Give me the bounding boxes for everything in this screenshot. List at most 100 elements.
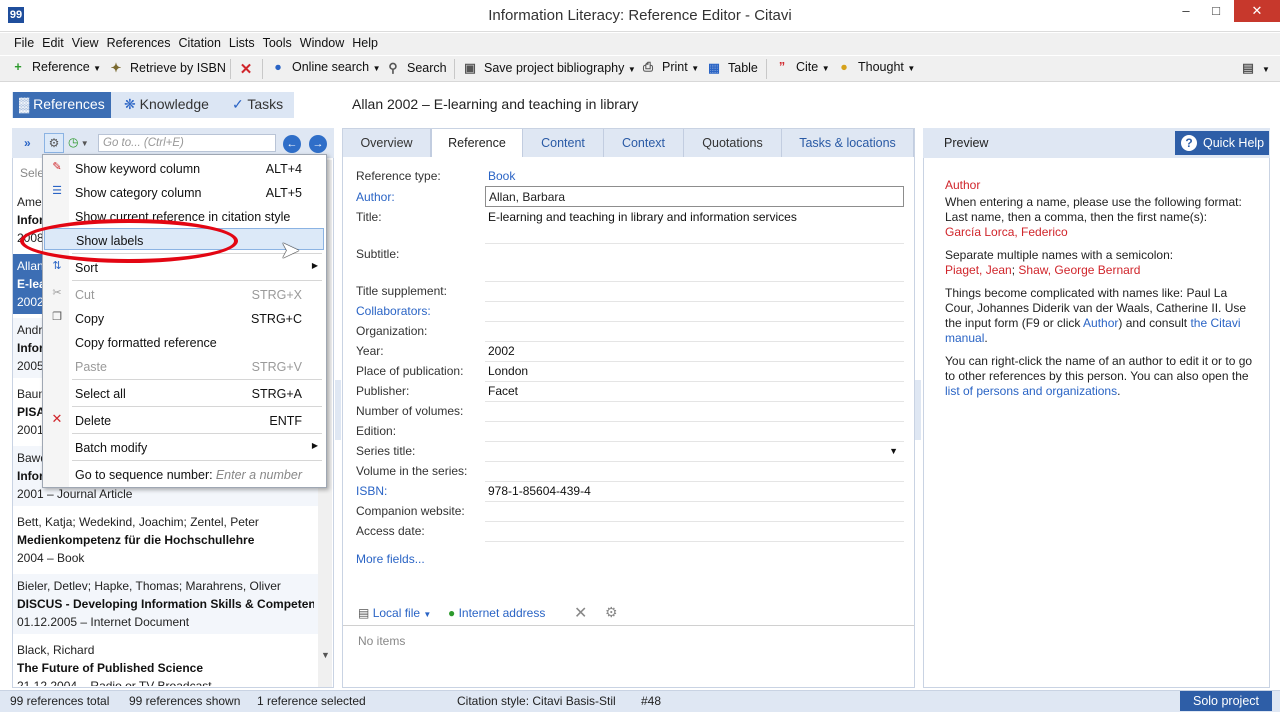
scroll-down-chevron-icon[interactable]: ▼ (321, 650, 330, 660)
table-button[interactable]: ▦ Table (706, 60, 758, 78)
title-supplement-field[interactable] (485, 282, 904, 302)
category-icon: ☰ (52, 185, 62, 197)
mouse-cursor-icon: ➤ (280, 237, 301, 264)
list-item[interactable]: Bett, Katja; Wedekind, Joachim; Zentel, … (13, 510, 318, 570)
menu-item-batch-modify[interactable]: Batch modify ▶ (44, 436, 324, 458)
menu-lists[interactable]: Lists (225, 33, 259, 50)
tab-tasks[interactable]: ✓ Tasks (226, 92, 289, 118)
toolbar-separator (454, 59, 455, 79)
gear-icon[interactable]: ⚙ (605, 604, 618, 621)
toolbar-separator (262, 59, 263, 79)
print-button[interactable]: ⎙ Print ▼ (640, 60, 699, 78)
citation-style[interactable]: Citation style: Citavi Basis-Stil (457, 694, 616, 708)
access-date-field[interactable] (485, 522, 904, 542)
selection-filter[interactable]: Sele (20, 166, 44, 180)
isbn-field[interactable]: 978-1-85604-439-4 (485, 482, 904, 502)
layout-options-button[interactable]: ▤ ▼ (1240, 60, 1270, 78)
internet-address-button[interactable]: ● Internet address (448, 606, 545, 620)
collapse-double-chevron-icon[interactable]: » (24, 136, 31, 150)
back-arrow-icon[interactable]: ← (283, 135, 301, 153)
year-field[interactable]: 2002 (485, 342, 904, 362)
edition-field[interactable] (485, 422, 904, 442)
thought-button[interactable]: ● Thought ▼ (836, 60, 915, 78)
file-icon: ▤ (358, 606, 370, 620)
tab-knowledge[interactable]: ❋ Knowledge (118, 92, 215, 118)
menu-window[interactable]: Window (296, 33, 348, 50)
right-splitter[interactable] (915, 380, 921, 440)
remove-attachment-icon[interactable]: ✕ (574, 603, 587, 623)
volume-series-field[interactable] (485, 462, 904, 482)
author-field[interactable]: Allan, Barbara (485, 186, 904, 207)
title-field[interactable]: E-learning and teaching in library and i… (485, 208, 904, 244)
table-icon: ▦ (708, 61, 720, 75)
quick-help-text: Author When entering a name, please use … (945, 178, 1253, 398)
author-label[interactable]: Author: (356, 190, 395, 204)
isbn-label[interactable]: ISBN: (356, 484, 387, 498)
volumes-field[interactable] (485, 402, 904, 422)
persons-list-link[interactable]: list of persons and organizations (945, 384, 1117, 398)
dropdown-arrow-icon[interactable]: ▼ (889, 446, 898, 456)
publisher-field[interactable]: Facet (485, 382, 904, 402)
volumes-label: Number of volumes: (356, 404, 464, 418)
list-item[interactable]: Bieler, Detlev; Hapke, Thomas; Marahrens… (13, 574, 318, 634)
menu-item-copy-formatted[interactable]: Copy formatted reference (44, 331, 324, 353)
tab-reference[interactable]: Reference (431, 129, 523, 157)
menu-item-paste[interactable]: Paste STRG+V (44, 355, 324, 377)
help-example: Shaw, George Bernard (1018, 263, 1141, 277)
sequence-number-input[interactable]: Enter a number (216, 468, 302, 482)
place-field[interactable]: London (485, 362, 904, 382)
maximize-button[interactable]: □ (1200, 0, 1232, 22)
menu-file[interactable]: File (10, 33, 38, 50)
menu-view[interactable]: View (68, 33, 103, 50)
tab-tasks-locations[interactable]: Tasks & locations (782, 129, 914, 157)
no-items-text: No items (358, 634, 406, 648)
delete-button[interactable]: ✕ (238, 60, 260, 78)
new-reference-button[interactable]: + Reference ▼ (10, 60, 101, 78)
publisher-label: Publisher: (356, 384, 410, 398)
reference-type-link[interactable]: Book (488, 169, 515, 183)
tab-context[interactable]: Context (604, 129, 684, 157)
collaborators-label[interactable]: Collaborators: (356, 304, 431, 318)
subtitle-field[interactable] (485, 244, 904, 282)
goto-input[interactable]: Go to... (Ctrl+E) (98, 134, 276, 152)
menu-help[interactable]: Help (348, 33, 382, 50)
more-fields-link[interactable]: More fields... (356, 552, 425, 566)
menu-item-show-keyword-column[interactable]: ✎ Show keyword column ALT+4 (44, 157, 324, 179)
menu-edit[interactable]: Edit (38, 33, 68, 50)
submenu-arrow-icon: ▶ (311, 441, 318, 450)
menu-item-cut[interactable]: ✂ Cut STRG+X (44, 283, 324, 305)
menu-item-select-all[interactable]: Select all STRG+A (44, 382, 324, 404)
save-bibliography-button[interactable]: ▣ Save project bibliography ▼ (462, 60, 636, 78)
online-search-button[interactable]: ● Online search ▼ (270, 60, 380, 78)
cite-button[interactable]: ” Cite ▼ (774, 60, 830, 78)
tab-overview[interactable]: Overview (343, 129, 431, 157)
menu-item-show-category-column[interactable]: ☰ Show category column ALT+5 (44, 181, 324, 203)
minimize-button[interactable]: – (1170, 0, 1202, 22)
organization-field[interactable] (485, 322, 904, 342)
tab-content[interactable]: Content (523, 129, 604, 157)
close-button[interactable]: ✕ (1234, 0, 1280, 22)
companion-field[interactable] (485, 502, 904, 522)
tab-references[interactable]: ▓ References (13, 92, 111, 118)
tab-quotations[interactable]: Quotations (684, 129, 782, 157)
menu-references[interactable]: References (103, 33, 175, 50)
quick-help-button[interactable]: ? Quick Help (1175, 131, 1269, 155)
menu-separator (72, 460, 322, 461)
search-button[interactable]: ⚲ Search (385, 60, 446, 78)
left-splitter[interactable] (335, 380, 341, 440)
gear-icon[interactable]: ⚙ (44, 133, 64, 153)
menu-item-delete[interactable]: ✕ Delete ENTF (44, 409, 324, 431)
menu-citation[interactable]: Citation (175, 33, 225, 50)
forward-arrow-icon[interactable]: → (309, 135, 327, 153)
author-help-link[interactable]: Author (1083, 316, 1118, 330)
menu-item-copy[interactable]: ❐ Copy STRG+C (44, 307, 324, 329)
menu-tools[interactable]: Tools (259, 33, 296, 50)
list-item[interactable]: Black, Richard The Future of Published Sc… (13, 638, 318, 686)
series-field[interactable]: ▼ (485, 442, 904, 462)
history-icon[interactable]: ◷ ▼ (68, 135, 89, 149)
collaborators-field[interactable] (485, 302, 904, 322)
menu-item-goto-sequence[interactable]: Go to sequence number: Enter a number (44, 463, 324, 485)
local-file-button[interactable]: ▤ Local file ▼ (358, 606, 431, 620)
references-total: 99 references total (10, 694, 110, 708)
retrieve-isbn-button[interactable]: ✦ Retrieve by ISBN (108, 60, 226, 78)
